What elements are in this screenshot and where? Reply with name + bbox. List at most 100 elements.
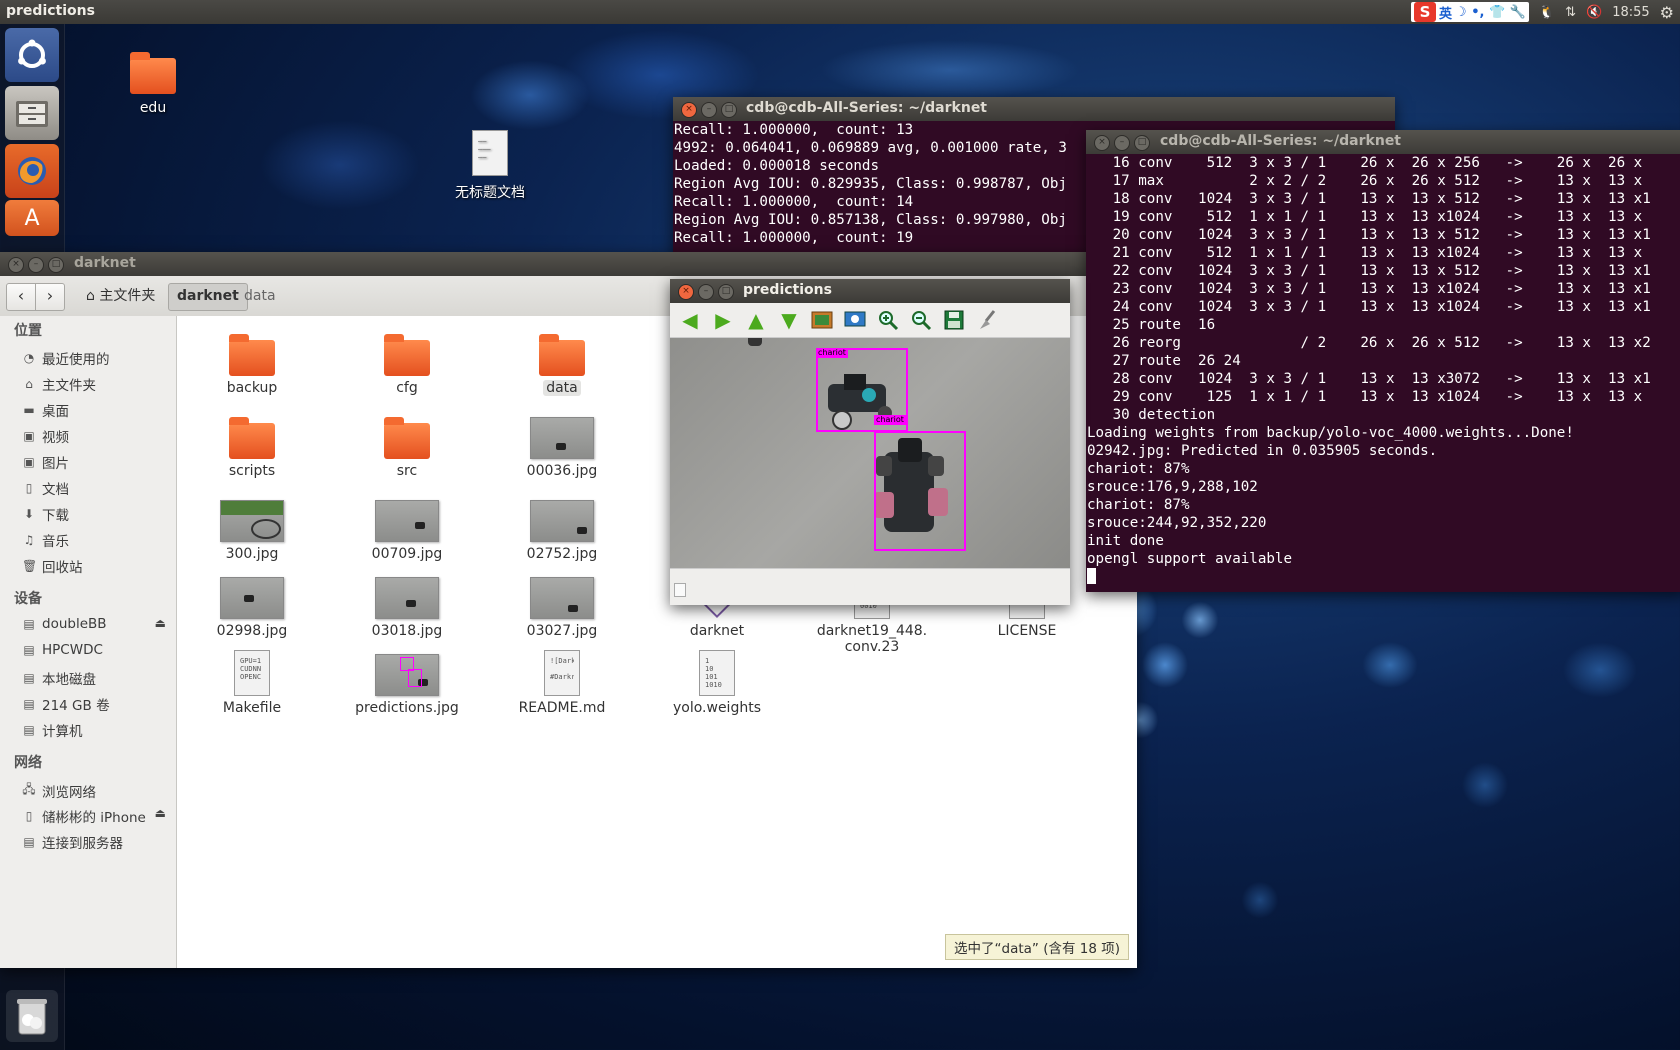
file-item-data[interactable]: data [502, 328, 622, 396]
breadcrumb-data[interactable]: data [236, 283, 284, 309]
arrow-right-icon[interactable]: ▶ [711, 308, 735, 332]
file-name: README.md [518, 700, 606, 716]
zoom-in-icon[interactable] [876, 308, 900, 332]
window-titlebar[interactable]: × – □ cdb@cdb-All-Series: ~/darknet [673, 97, 1395, 121]
sidebar-item-network-2[interactable]: ▤ 连接到服务器 [22, 832, 123, 852]
close-button[interactable]: × [681, 102, 697, 118]
desktop-document[interactable]: —— ——— —— 无标题文档 [435, 130, 545, 202]
file-item-yolo-weights[interactable]: 1 10 101 1010 yolo.weights [657, 648, 777, 716]
eject-icon[interactable]: ⏏ [155, 806, 166, 820]
sidebar-item-place-6[interactable]: ⬇ 下载 [22, 504, 69, 524]
sidebar-item-place-1[interactable]: ⌂ 主文件夹 [22, 374, 96, 394]
sidebar-item-label: 回收站 [42, 560, 83, 576]
forward-button[interactable]: › [35, 283, 65, 311]
terminal-line: 23 conv 1024 3 x 3 / 1 13 x 13 x1024 -> … [1087, 281, 1651, 297]
image-icon[interactable] [810, 308, 834, 332]
minimize-button[interactable]: – [28, 257, 44, 273]
network-icon[interactable]: ⇅ [1565, 5, 1576, 20]
trash-icon[interactable] [6, 990, 58, 1042]
text-file-icon: GPU=1 CUDNN OPENC [234, 650, 270, 696]
sidebar-item-place-0[interactable]: ◔ 最近使用的 [22, 348, 110, 368]
device-icon: ▤ [23, 723, 35, 737]
file-item-readme-md[interactable]: ![Darkn #Darkr README.md [502, 648, 622, 716]
top-panel: predictions S 英 ☽ •, 👕 🔧 🐧 ⇅ 🔇 18:55 ⚙ [0, 0, 1680, 24]
terminal-line: 02942.jpg: Predicted in 0.035905 seconds… [1087, 443, 1438, 459]
terminal-window-2[interactable]: × – □ cdb@cdb-All-Series: ~/darknet 16 con… [1086, 130, 1680, 592]
penguin-icon[interactable]: 🐧 [1539, 5, 1555, 20]
file-name: 00709.jpg [371, 546, 443, 562]
close-button[interactable]: × [678, 284, 694, 300]
sidebar-item-place-8[interactable]: 🗑 回收站 [22, 556, 83, 576]
terminal-output[interactable]: 16 conv 512 3 x 3 / 1 26 x 26 x 256 -> 2… [1086, 154, 1680, 592]
gear-icon[interactable]: ⚙ [1660, 3, 1674, 22]
window-titlebar[interactable]: × – □ darknet [0, 252, 1137, 276]
system-tray: S 英 ☽ •, 👕 🔧 🐧 ⇅ 🔇 18:55 ⚙ [1411, 0, 1680, 24]
arrow-left-icon[interactable]: ◀ [678, 308, 702, 332]
window-titlebar[interactable]: × – □ predictions [670, 279, 1070, 303]
sidebar-header-devices: 设备 [14, 591, 42, 607]
file-item-03027-jpg[interactable]: 03027.jpg [502, 571, 622, 639]
save-icon[interactable] [942, 308, 966, 332]
sogou-logo-icon: S [1414, 2, 1437, 22]
sidebar-item-device-4[interactable]: ▤ 计算机 [22, 720, 82, 740]
clear-icon[interactable] [975, 308, 999, 332]
sidebar-item-device-3[interactable]: ▤ 214 GB 卷 [22, 694, 109, 714]
file-item-scripts[interactable]: scripts [192, 411, 312, 479]
file-item-300-jpg[interactable]: 300.jpg [192, 494, 312, 562]
predictions-window[interactable]: × – □ predictions ◀ ▶ ▲ ▼ chariot chario… [670, 279, 1070, 605]
sidebar-item-network-0[interactable]: 🖧 浏览网络 [22, 780, 96, 801]
close-button[interactable]: × [1094, 135, 1110, 151]
desktop-folder-edu[interactable]: edu [103, 50, 203, 116]
device-icon: ▤ [23, 697, 35, 711]
file-name: LICENSE [997, 623, 1057, 639]
eject-icon[interactable]: ⏏ [155, 616, 166, 630]
file-item-03018-jpg[interactable]: 03018.jpg [347, 571, 467, 639]
sidebar-item-place-7[interactable]: ♫ 音乐 [22, 530, 69, 550]
firefox-icon[interactable] [5, 144, 59, 198]
sidebar-item-device-1[interactable]: ▤ HPCWDC [22, 642, 103, 658]
zoom-fit-icon[interactable] [843, 308, 867, 332]
sidebar-item-device-2[interactable]: ▤ 本地磁盘 [22, 668, 96, 688]
sidebar-item-network-1[interactable]: ▯ 储彬彬的 iPhone [22, 806, 146, 826]
scroll-handle[interactable] [674, 583, 686, 597]
file-item-backup[interactable]: backup [192, 328, 312, 396]
files-icon[interactable] [5, 86, 59, 140]
maximize-button[interactable]: □ [48, 257, 64, 273]
folder-icon [539, 334, 585, 376]
file-item-makefile[interactable]: GPU=1 CUDNN OPENC Makefile [192, 648, 312, 716]
file-item-00036-jpg[interactable]: 00036.jpg [502, 411, 622, 479]
sidebar-item-label: 视频 [42, 430, 69, 446]
sidebar-item-place-5[interactable]: ▯ 文档 [22, 478, 69, 498]
file-item-cfg[interactable]: cfg [347, 328, 467, 396]
file-item-predictions-jpg[interactable]: predictions.jpg [347, 648, 467, 716]
clock[interactable]: 18:55 [1612, 5, 1649, 20]
volume-muted-icon[interactable]: 🔇 [1586, 5, 1602, 20]
sidebar-item-place-3[interactable]: ▣ 视频 [22, 426, 69, 446]
maximize-button[interactable]: □ [721, 102, 737, 118]
software-center-icon[interactable]: A [5, 200, 59, 236]
zoom-out-icon[interactable] [909, 308, 933, 332]
arrow-down-icon[interactable]: ▼ [777, 308, 801, 332]
close-button[interactable]: × [8, 257, 24, 273]
device-icon: ▤ [23, 671, 35, 685]
minimize-button[interactable]: – [701, 102, 717, 118]
maximize-button[interactable]: □ [1134, 135, 1150, 151]
arrow-up-icon[interactable]: ▲ [744, 308, 768, 332]
file-name: 03027.jpg [526, 623, 598, 639]
sidebar-item-place-4[interactable]: ▣ 图片 [22, 452, 69, 472]
file-item-02998-jpg[interactable]: 02998.jpg [192, 571, 312, 639]
file-item-02752-jpg[interactable]: 02752.jpg [502, 494, 622, 562]
window-titlebar[interactable]: × – □ cdb@cdb-All-Series: ~/darknet [1086, 130, 1680, 154]
maximize-button[interactable]: □ [718, 284, 734, 300]
input-method-indicator[interactable]: S 英 ☽ •, 👕 🔧 [1411, 2, 1529, 22]
back-button[interactable]: ‹ [6, 283, 36, 311]
file-name: 02998.jpg [216, 623, 288, 639]
file-item-00709-jpg[interactable]: 00709.jpg [347, 494, 467, 562]
file-item-src[interactable]: src [347, 411, 467, 479]
ubuntu-logo-icon[interactable] [5, 28, 59, 82]
sidebar-item-device-0[interactable]: ▤ doubleBB [22, 616, 106, 632]
breadcrumb-home[interactable]: ⌂ 主文件夹 [78, 283, 163, 309]
minimize-button[interactable]: – [698, 284, 714, 300]
minimize-button[interactable]: – [1114, 135, 1130, 151]
sidebar-item-place-2[interactable]: ▬ 桌面 [22, 400, 69, 420]
